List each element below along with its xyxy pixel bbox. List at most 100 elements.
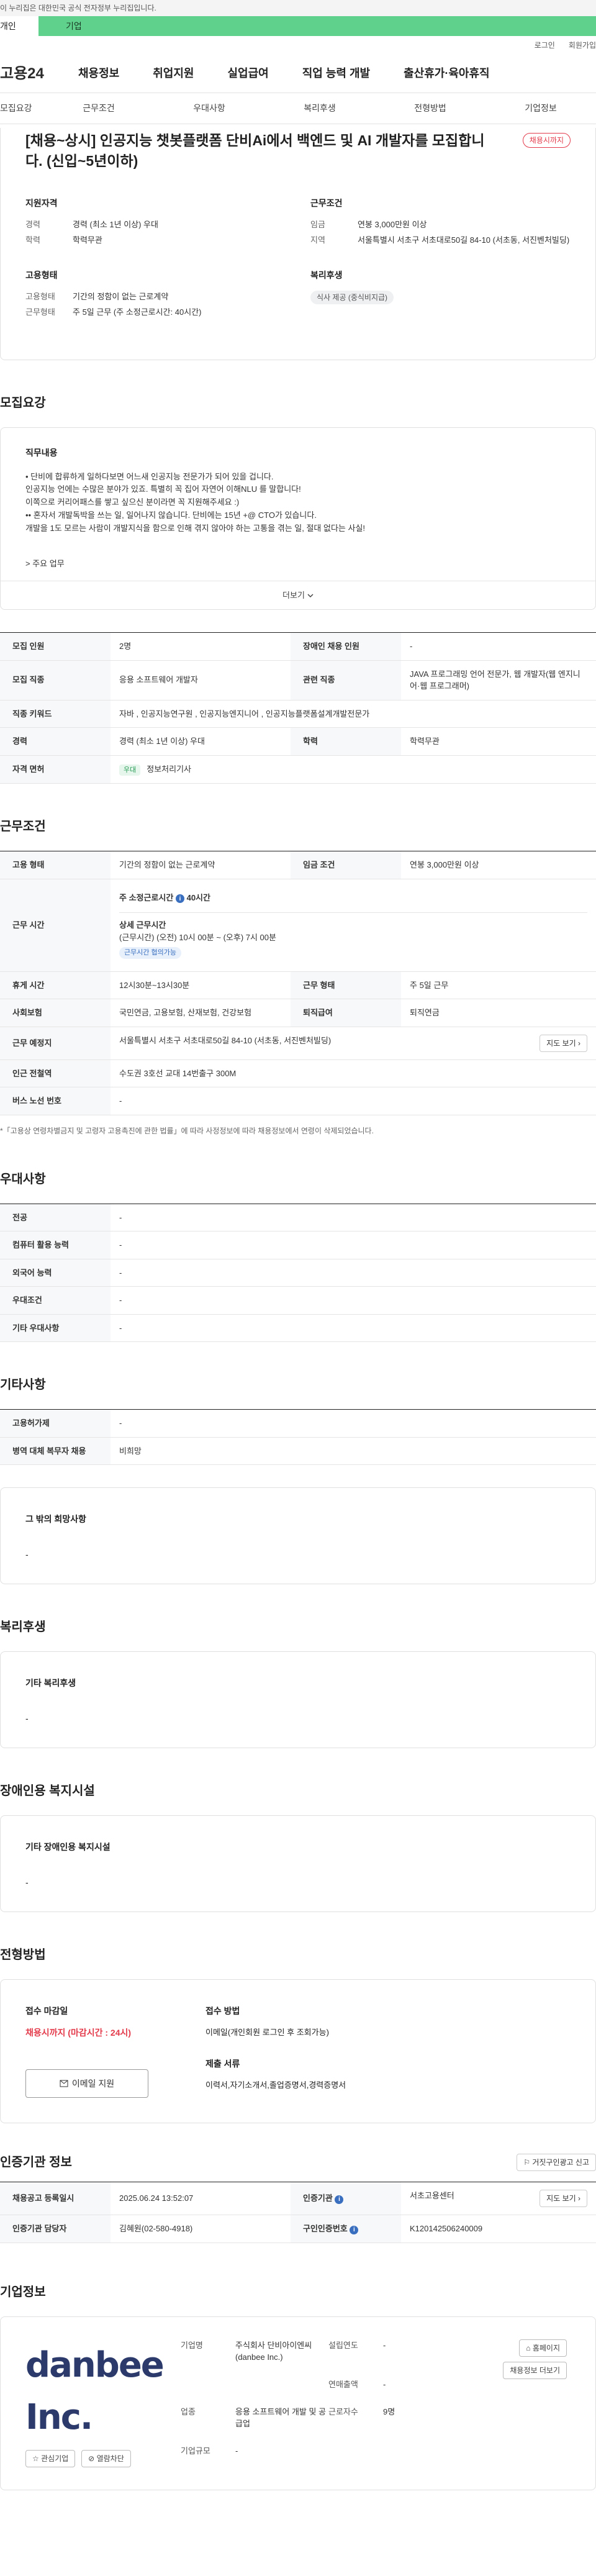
welfare-pill: 식사 제공 (중식비지급) [310, 290, 394, 304]
table-key: 임금 조건 [291, 851, 401, 879]
report-button-label: 거짓구인광고 신고 [532, 2158, 589, 2167]
qualification-group: 지원자격 경력 경력 (최소 1년 이상) 우대 학력 학력무관 [25, 197, 286, 250]
email-apply-button[interactable]: 이메일 지원 [25, 2069, 148, 2098]
welfare-group: 복리후생 식사 제공 (중식비지급) [310, 269, 571, 322]
info-value: - [383, 2379, 386, 2389]
summary-label: 지역 [310, 235, 325, 245]
block-icon: ⊘ [88, 2454, 95, 2463]
table-row: 경력 경력 (최소 1년 이상) 우대 학력 학력무관 [0, 727, 596, 756]
table-value: K120142506240009 [401, 2215, 596, 2243]
license-cell: 우대 정보처리기사 [111, 755, 596, 784]
table-key: 모집 인원 [0, 632, 111, 661]
info-key: 업종 [181, 2406, 196, 2416]
table-row: 기타 우대사항 - [0, 1314, 596, 1343]
work-conditions-group: 근무조건 임금 연봉 3,000만원 이상 지역 서울특별시 서초구 서초대로50길… [310, 197, 571, 250]
user-type-tabs: 개인 기업 [0, 16, 596, 36]
hours-total: 주 소정근로시간 i 40시간 [119, 892, 587, 904]
table-value: - [111, 1409, 596, 1438]
other-jobs-button[interactable]: 채용정보 더보기 [503, 2361, 567, 2379]
subnav-recruit[interactable]: 모집요강 [0, 102, 43, 115]
subnav-conditions[interactable]: 근무조건 [43, 102, 154, 115]
summary-label: 고용형태 [25, 291, 55, 301]
favorite-company-button[interactable]: ☆ 관심기업 [25, 2449, 76, 2467]
docs-heading: 제출 서류 [205, 2058, 240, 2069]
site-logo[interactable]: 고용24 [0, 63, 78, 85]
duty-text: • 단비에 합류하게 일하다보면 어느새 인공지능 전문가가 되어 있을 겁니다… [25, 471, 366, 533]
table-key: 외국어 능력 [0, 1259, 111, 1287]
section-nav: 모집요강 근무조건 우대사항 복리후생 전형방법 기업정보 [0, 93, 596, 124]
tab-company[interactable]: 기업 [38, 16, 99, 36]
info-icon[interactable]: i [350, 2225, 359, 2234]
table-row: 고용허가제 - [0, 1409, 596, 1438]
gnb-unemployment-benefit[interactable]: 실업급여 [228, 65, 269, 82]
hours-cell: 주 소정근로시간 i 40시간 상세 근무시간 (근무시간) (오전) 10시 … [111, 879, 596, 972]
summary-label: 경력 [25, 219, 40, 229]
homepage-button[interactable]: ⌂ 홈페이지 [519, 2339, 567, 2357]
recruit-table: 모집 인원 2명 장애인 채용 인원 - 모집 직종 응용 소프트웨어 개발자 … [0, 632, 596, 784]
table-key: 근무 예정지 [0, 1027, 111, 1060]
location-cell: 서울특별시 서초구 서초대로50길 84-10 (서초동, 서진벤처빌딩) 지도… [111, 1027, 596, 1060]
table-value: 자바 , 인공지능연구원 , 인공지능엔지니어 , 인공지능플랫폼설계개발전문가 [111, 700, 596, 728]
table-row: 모집 직종 응용 소프트웨어 개발자 관련 직종 JAVA 프로그래밍 언어 전… [0, 660, 596, 701]
table-key: 인근 전철역 [0, 1059, 111, 1088]
age-notice: *「고용상 연령차별금지 및 고령자 고용촉진에 관한 법률」에 따라 사정정보… [0, 1126, 374, 1135]
login-link[interactable]: 로그인 [535, 40, 555, 51]
other-jobs-label: 채용정보 더보기 [510, 2365, 560, 2375]
agency-map-button[interactable]: 지도 보기 › [540, 2190, 587, 2208]
global-nav: 고용24 채용정보 취업지원 실업급여 직업 능력 개발 출산휴가·육아휴직 [0, 55, 596, 93]
signup-link[interactable]: 회원가입 [569, 40, 596, 51]
table-key: 자격 면허 [0, 755, 111, 784]
table-value: 응용 소프트웨어 개발자 [111, 660, 291, 701]
table-row: 인증기관 담당자 김혜원(02-580-4918) 구인인증번호 i K1201… [0, 2215, 596, 2243]
table-row: 채용공고 등록일시 2025.06.24 13:52:07 인증기관 i 서초고… [0, 2182, 596, 2216]
summary-value: 경력 (최소 1년 이상) 우대 [73, 219, 158, 229]
hours-negotiable-pill: 근무시간 협의가능 [119, 947, 182, 959]
info-icon[interactable]: i [175, 894, 184, 904]
hours-total-label: 주 소정근로시간 [119, 892, 174, 902]
qualification-heading: 지원자격 [25, 197, 58, 208]
subnav-process[interactable]: 전형방법 [375, 102, 485, 115]
favorite-label: 관심기업 [41, 2454, 69, 2463]
more-button-label: 더보기 [282, 590, 305, 600]
gnb-parental-leave[interactable]: 출산휴가·육아휴직 [404, 65, 489, 82]
subnav-preference[interactable]: 우대사항 [154, 102, 264, 115]
cert-key-label: 구인인증번호 [303, 2224, 348, 2234]
info-icon[interactable]: i [335, 2195, 344, 2204]
duty-heading: 직무내용 [25, 447, 58, 458]
table-row: 우대조건 - [0, 1286, 596, 1315]
gnb-jobs[interactable]: 채용정보 [78, 65, 119, 82]
agency-table: 채용공고 등록일시 2025.06.24 13:52:07 인증기관 i 서초고… [0, 2182, 596, 2243]
map-button[interactable]: 지도 보기 › [540, 1034, 587, 1052]
tab-personal[interactable]: 개인 [0, 16, 38, 36]
summary-value: 서울특별시 서초구 서초대로50길 84-10 (서초동, 서진벤처빌딩) [358, 235, 570, 245]
welfare-value: - [25, 1713, 29, 1724]
table-value: - [111, 1314, 596, 1343]
gnb-employment-support[interactable]: 취업지원 [153, 65, 194, 82]
table-row: 휴게 시간 12시30분~13시30분 근무 형태 주 5일 근무 [0, 971, 596, 1000]
etc-wish-value: - [25, 1549, 29, 1560]
company-card: danbee Inc. ☆ 관심기업 ⊘ 열람차단 기업명 주식회사 단비아이엔… [0, 2316, 596, 2490]
agency-heading: 인증기관 정보 [0, 2156, 72, 2170]
report-button[interactable]: ⚐ 거짓구인광고 신고 [517, 2154, 596, 2172]
table-value: - [111, 1259, 596, 1287]
welfare-heading: 복리후생 [310, 270, 343, 280]
subnav-welfare[interactable]: 복리후생 [264, 102, 375, 115]
chevron-down-icon [307, 592, 314, 599]
table-row: 직종 키워드 자바 , 인공지능연구원 , 인공지능엔지니어 , 인공지능플랫폼… [0, 700, 596, 728]
gnb-skills-development[interactable]: 직업 능력 개발 [302, 65, 370, 82]
etc-wish-card: 그 밖의 희망사항 - [0, 1487, 596, 1585]
table-row: 모집 인원 2명 장애인 채용 인원 - [0, 632, 596, 661]
summary-label: 근무형태 [25, 307, 55, 317]
subnav-company[interactable]: 기업정보 [485, 102, 596, 115]
info-value: - [383, 2340, 386, 2350]
info-value: - [235, 2446, 238, 2456]
table-value: 2025.06.24 13:52:07 [111, 2182, 291, 2216]
table-key: 구인인증번호 i [291, 2215, 401, 2243]
table-key: 인증기관 담당자 [0, 2215, 111, 2243]
table-value: - [111, 1203, 596, 1232]
block-company-button[interactable]: ⊘ 열람차단 [81, 2449, 131, 2467]
map-button-label: 지도 보기 [546, 1038, 576, 1048]
info-key: 기업규모 [181, 2446, 210, 2456]
more-button[interactable]: 더보기 [1, 581, 595, 609]
process-heading: 전형방법 [0, 1948, 46, 1962]
